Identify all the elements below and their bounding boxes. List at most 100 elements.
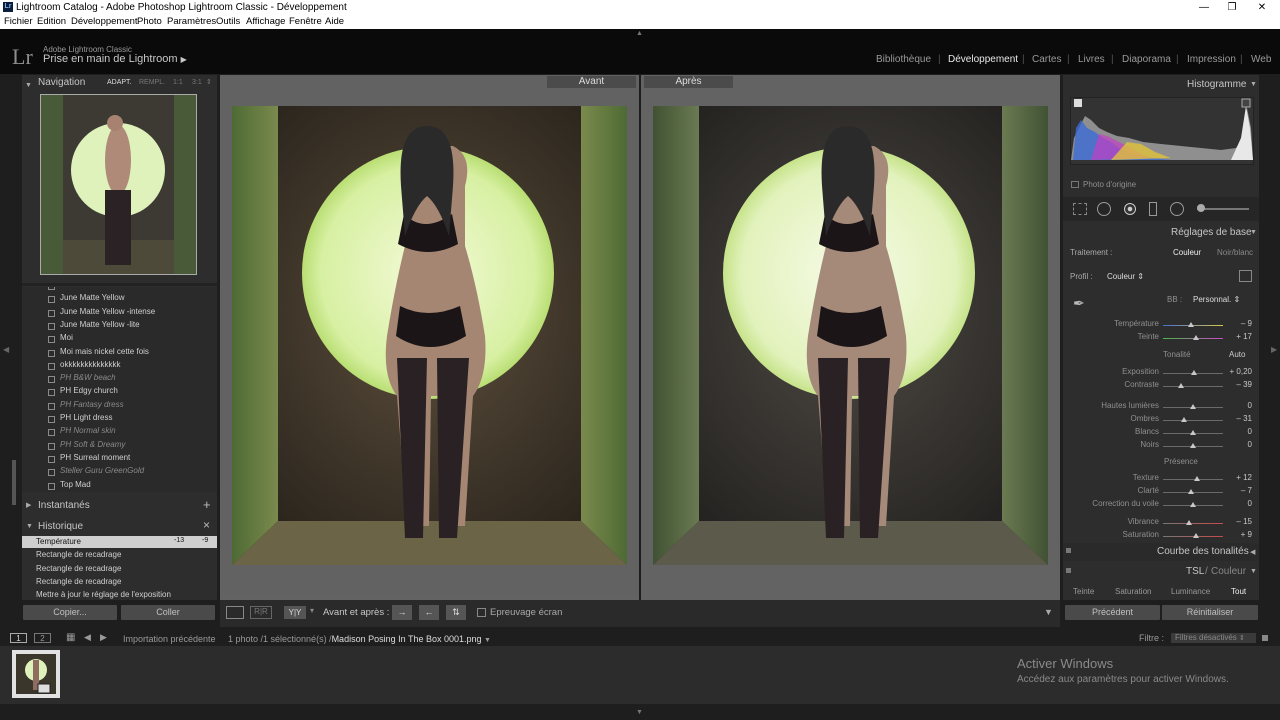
preset-item[interactable]: PH Surreal moment	[60, 453, 130, 462]
slider-knob[interactable]	[1190, 502, 1196, 507]
slider-knob[interactable]	[1193, 476, 1200, 481]
slider-knob[interactable]	[1190, 404, 1196, 409]
menu-outils[interactable]: Outils	[216, 16, 240, 27]
hsl-tab-luminance[interactable]: Luminance	[1171, 587, 1210, 596]
paste-button[interactable]: Coller	[121, 605, 215, 620]
slider-knob[interactable]	[1185, 520, 1192, 525]
slider-track[interactable]	[1163, 523, 1223, 524]
slider-knob[interactable]	[1193, 533, 1199, 538]
slider-value[interactable]: 0	[1222, 499, 1252, 508]
slider-value[interactable]: – 7	[1222, 486, 1252, 495]
screen2-icon[interactable]: 2	[34, 633, 51, 643]
module-diaporama[interactable]: Diaporama	[1122, 54, 1171, 65]
slider-value[interactable]: 0	[1222, 401, 1252, 410]
panel-switch-icon[interactable]	[1066, 568, 1071, 573]
source-label[interactable]: Importation précédente	[123, 634, 216, 644]
restore-icon[interactable]: ❐	[1218, 0, 1246, 15]
previous-button[interactable]: Précédent	[1065, 605, 1160, 620]
before-after-yy-icon[interactable]: Y|Y	[284, 606, 306, 619]
slider-value[interactable]: – 15	[1222, 517, 1252, 526]
preset-item[interactable]: PH Light dress	[60, 413, 112, 422]
module-cartes[interactable]: Cartes	[1032, 54, 1061, 65]
slider-knob[interactable]	[1190, 443, 1196, 448]
preset-item[interactable]: PH Normal skin	[60, 426, 116, 435]
history-item[interactable]: Température -13 -9	[22, 536, 217, 548]
after-photo[interactable]	[653, 106, 1048, 565]
module-impression[interactable]: Impression	[1187, 54, 1236, 65]
slider-track[interactable]	[1163, 420, 1223, 421]
grid-view-icon[interactable]: ▦	[66, 632, 75, 643]
slider-knob[interactable]	[1190, 430, 1196, 435]
preset-item[interactable]: June Matte Yellow -intense	[60, 307, 155, 316]
menu-fichier[interactable]: Fichier	[4, 16, 33, 27]
preset-item[interactable]: Steller Guru GreenGold	[60, 466, 144, 475]
identity-title[interactable]: Prise en main de Lightroom ▶	[43, 53, 187, 65]
module-livres[interactable]: Livres	[1078, 54, 1105, 65]
preset-item[interactable]: Moi	[60, 333, 73, 342]
history-item[interactable]: Rectangle de recadrage	[22, 563, 217, 575]
panel-switch-icon[interactable]	[1066, 548, 1071, 553]
loupe-view-icon[interactable]	[226, 606, 244, 619]
history-item[interactable]: Mettre à jour le réglage de l'exposition	[22, 589, 217, 600]
screen1-icon[interactable]: 1	[10, 633, 27, 643]
hsl-tab-all[interactable]: Tout	[1231, 587, 1246, 596]
preset-item[interactable]: June Matte White -lite	[60, 287, 137, 289]
slider-knob[interactable]	[1193, 335, 1199, 340]
module-web[interactable]: Web	[1251, 54, 1271, 65]
module-bibliotheque[interactable]: Bibliothèque	[876, 54, 931, 65]
slider-value[interactable]: – 9	[1222, 319, 1252, 328]
copy-after-to-before-icon[interactable]: ←	[419, 605, 439, 620]
slider-track[interactable]	[1163, 386, 1223, 387]
left-scrollbar[interactable]	[12, 460, 16, 505]
slider-knob[interactable]	[1190, 370, 1197, 375]
swap-before-after-icon[interactable]: ⇅	[446, 605, 466, 620]
menu-photo[interactable]: Photo	[137, 16, 162, 27]
preset-item[interactable]: PH B&W beach	[60, 373, 116, 382]
slider-value[interactable]: + 12	[1222, 473, 1252, 482]
hsl-header[interactable]: TSL / Couleur ▼	[1063, 563, 1259, 581]
toolbar-menu-icon[interactable]: ▼	[1044, 607, 1053, 617]
close-icon[interactable]: ✕	[1248, 0, 1276, 15]
slider-knob[interactable]	[1188, 322, 1195, 327]
history-header[interactable]: ▼ Historique ×	[22, 516, 217, 536]
collapse-bottom-icon[interactable]: ▼	[636, 709, 643, 716]
slider-value[interactable]: + 9	[1222, 530, 1252, 539]
history-item[interactable]: Rectangle de recadrage	[22, 576, 217, 588]
filmstrip-thumbnail[interactable]	[12, 650, 60, 698]
clear-history-icon[interactable]: ×	[203, 518, 210, 532]
copy-before-to-after-icon[interactable]: →	[392, 605, 412, 620]
slider-value[interactable]: 0	[1222, 427, 1252, 436]
menu-aide[interactable]: Aide	[325, 16, 344, 27]
tone-curve-header[interactable]: Courbe des tonalités ◀	[1063, 543, 1259, 561]
zoom-fill[interactable]: REMPL.	[139, 79, 165, 86]
zoom-3-1[interactable]: 3:1	[192, 79, 202, 86]
slider-value[interactable]: – 39	[1222, 380, 1252, 389]
reset-button[interactable]: Réinitialiser	[1162, 605, 1258, 620]
zoom-1-1[interactable]: 1:1	[173, 79, 183, 86]
history-item[interactable]: Rectangle de recadrage	[22, 549, 217, 561]
zoom-menu-icon[interactable]: ⇕	[206, 78, 212, 86]
collapse-left-icon[interactable]: ◀	[3, 345, 9, 354]
preset-item[interactable]: June Matte Yellow -lite	[60, 320, 140, 329]
slider-knob[interactable]	[1178, 383, 1184, 388]
filter-dropdown[interactable]: Filtres désactivés ⇕	[1171, 633, 1256, 643]
navigator-preview[interactable]	[40, 94, 197, 275]
menu-parametres[interactable]: Paramètres	[167, 16, 216, 27]
preset-item[interactable]: PH Fantasy dress	[60, 400, 124, 409]
menu-affichage[interactable]: Affichage	[246, 16, 285, 27]
menu-fenetre[interactable]: Fenêtre	[289, 16, 322, 27]
minimize-icon[interactable]: —	[1190, 0, 1218, 15]
copy-button[interactable]: Copier...	[23, 605, 117, 620]
module-developpement[interactable]: Développement	[948, 54, 1018, 65]
before-photo[interactable]	[232, 106, 627, 565]
slider-knob[interactable]	[1181, 417, 1187, 422]
preset-item[interactable]: PH Edgy church	[60, 386, 118, 395]
collapse-top-icon[interactable]: ▲	[636, 30, 643, 37]
preset-item[interactable]: PH Soft & Dreamy	[60, 440, 125, 449]
menu-developpement[interactable]: Développement	[71, 16, 138, 27]
softproof-checkbox[interactable]	[477, 608, 486, 617]
preset-item[interactable]: okkkkkkkkkkkkkk	[60, 360, 120, 369]
navigator-toggle-icon[interactable]: ▼	[25, 78, 32, 90]
back-arrow-icon[interactable]: ◀	[84, 632, 91, 643]
zoom-fit[interactable]: ADAPT.	[107, 79, 132, 86]
